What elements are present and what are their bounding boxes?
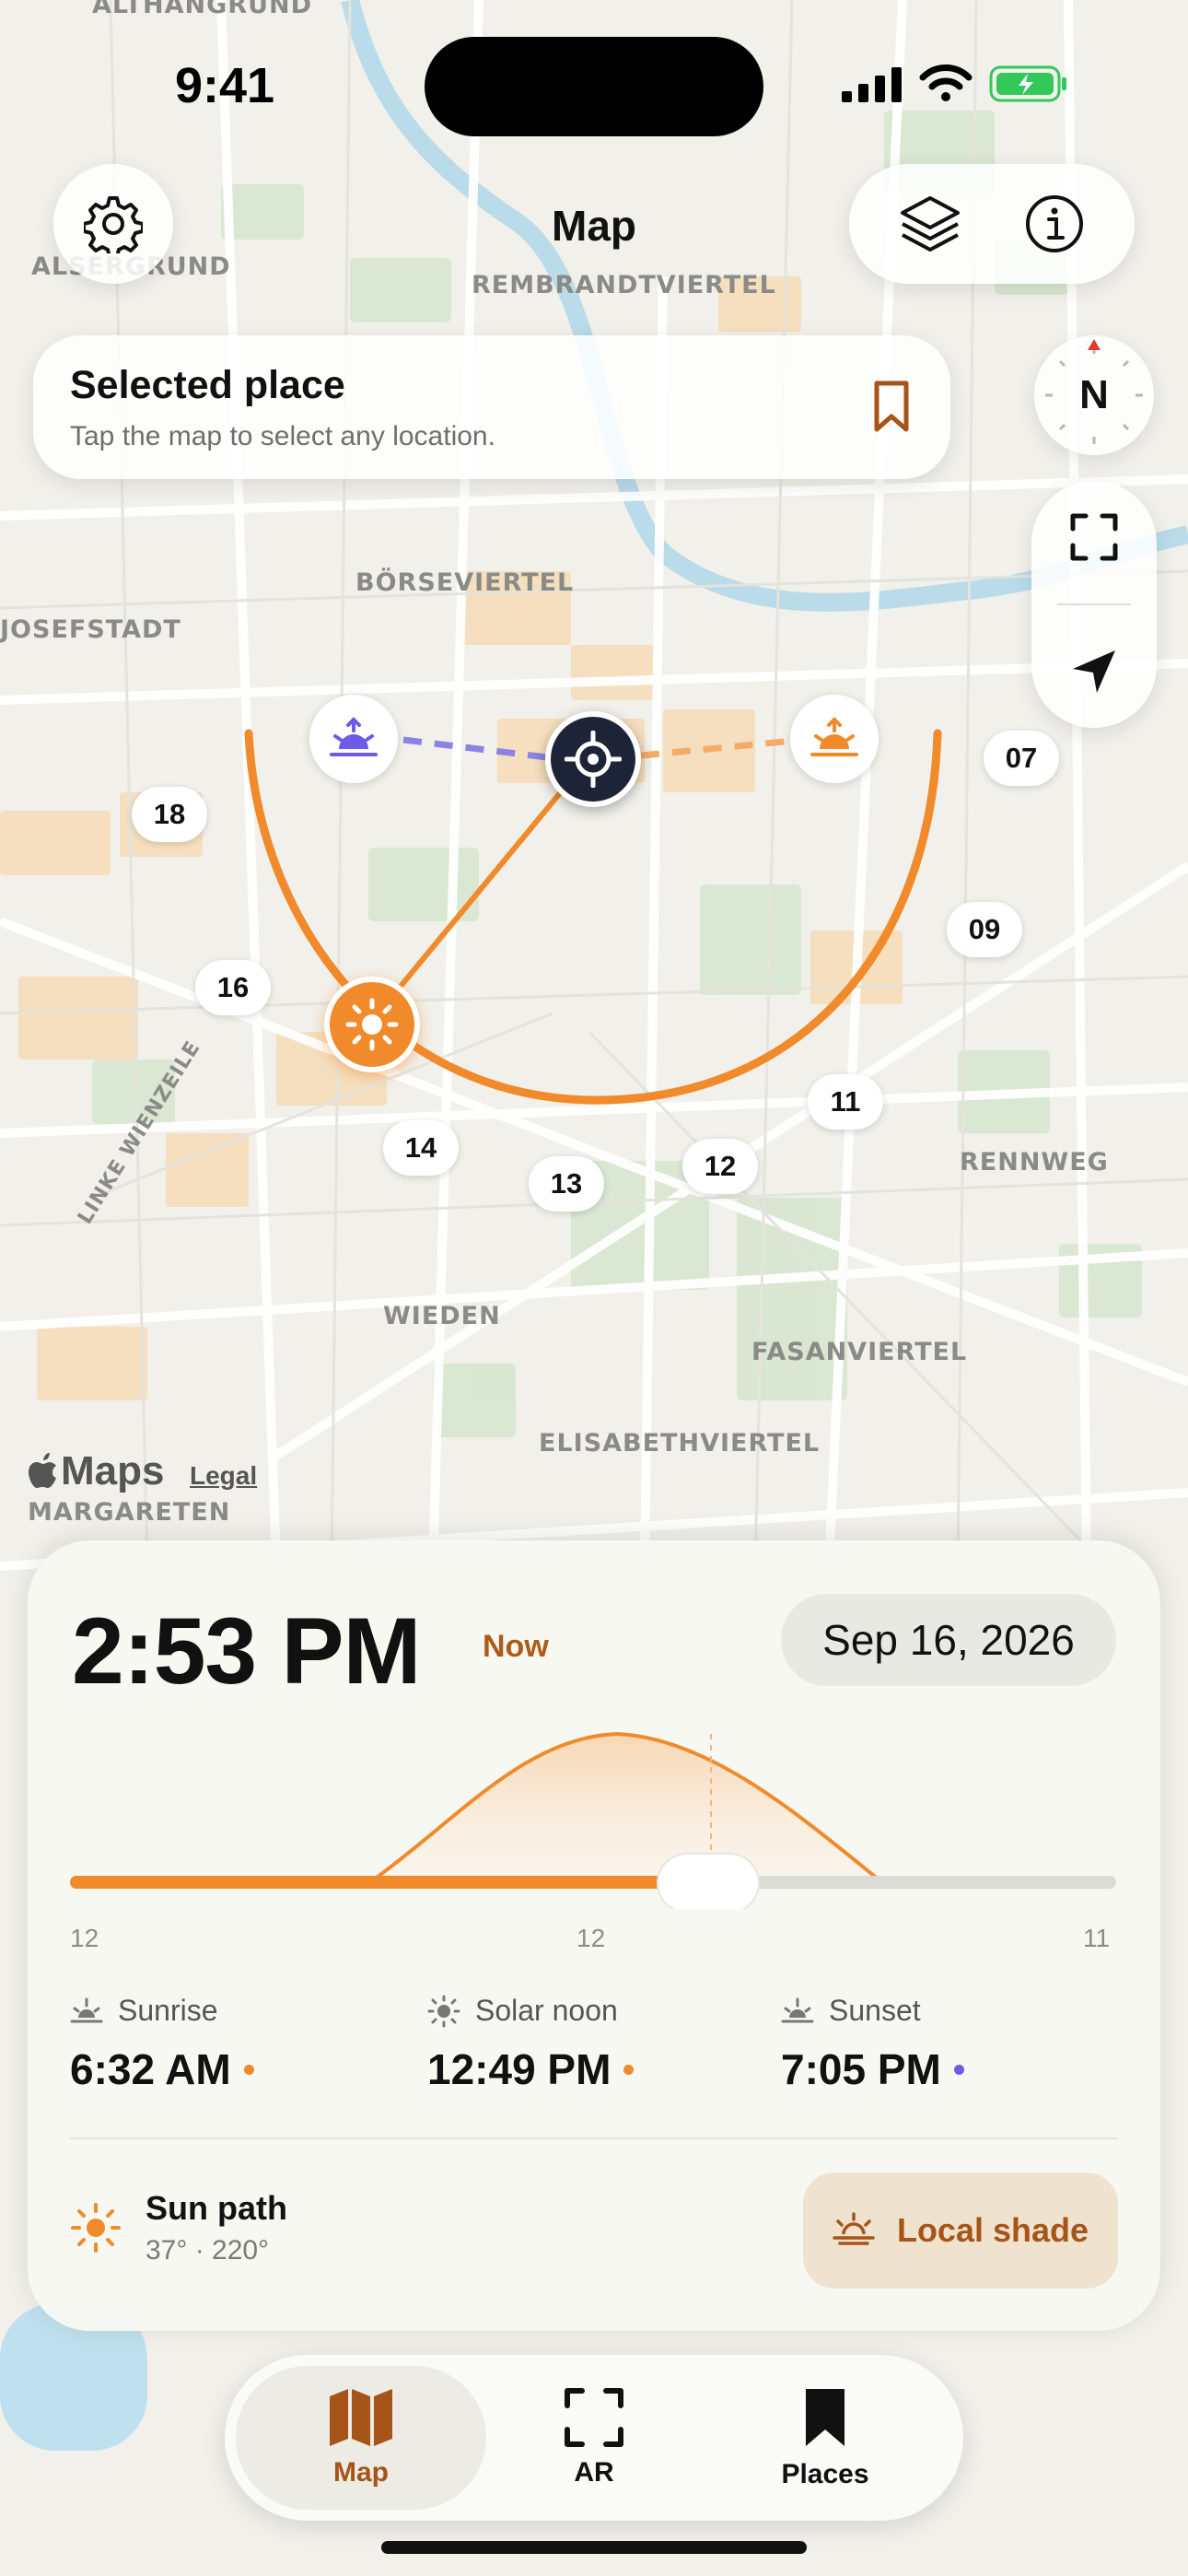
hour-marker-18[interactable]: 18 [132,787,207,842]
hour-marker-11[interactable]: 11 [808,1074,883,1130]
status-icons [842,64,1068,103]
selected-place-title: Selected place [70,363,345,407]
apple-logo-icon [29,1453,56,1488]
control-divider [1057,603,1131,605]
bookmark-icon [806,2389,844,2446]
dynamic-island [425,37,763,136]
sun-info-sheet: 2:53 PM Now Sep 16, 2026 12 12 11 Sunris… [28,1540,1160,2331]
sun-path-detail: 37° · 220° [146,2235,270,2266]
header-actions [849,164,1135,284]
compass-ring-icon [1045,339,1143,444]
tab-bar: Map AR Places [225,2355,963,2521]
sunset-dot [953,2064,964,2075]
tab-map-label: Map [333,2457,389,2488]
info-icon [1025,195,1083,252]
local-shade-button[interactable]: Local shade [803,2172,1118,2289]
map-label-althangrund: ALTHANGRUND [92,0,313,19]
info-button[interactable] [1008,178,1101,270]
sunset-small-icon [781,1997,814,2022]
hour-marker-07[interactable]: 07 [984,731,1059,786]
sunrise-icon [330,717,378,756]
sunset-marker[interactable] [790,695,879,783]
map-label-rennweg: RENNWEG [960,1148,1109,1177]
sunrise-value: 6:32 AM [70,2045,231,2093]
compass-button[interactable]: N [1034,335,1154,455]
map-label-wieden: WIEDEN [383,1302,501,1330]
now-button[interactable]: Now [483,1629,549,1665]
timeline-tick-mid: 12 [577,1924,606,1952]
selected-place-subtitle: Tap the map to select any location. [70,421,495,451]
wifi-icon [919,64,973,101]
maps-attribution: Maps [28,1448,164,1494]
locate-me-button[interactable] [1048,626,1140,718]
sun-path-info: Sun path 37° · 220° [70,2189,287,2266]
bookmark-icon [874,381,909,432]
timeline-tick-end: 11 [1083,1924,1111,1952]
map-label-elisabethviertel: ELISABETHVIERTEL [539,1429,821,1458]
crosshair-icon [565,731,622,788]
battery-icon [989,65,1066,102]
date-picker-button[interactable]: Sep 16, 2026 [781,1594,1116,1686]
sun-icon [345,998,399,1051]
local-shade-label: Local shade [896,2211,1089,2249]
shade-icon [833,2212,875,2245]
daylight-curve-fill [374,1734,879,1879]
sunset-value: 7:05 PM [781,2045,941,2093]
sheet-divider [70,2137,1118,2139]
sun-small-icon [427,1995,460,2027]
solar-noon-value: 12:49 PM [427,2045,611,2093]
expand-icon [1070,513,1118,561]
location-arrow-icon [1073,650,1115,693]
tab-ar[interactable]: AR [494,2366,694,2510]
maps-attribution-text: Maps [61,1448,165,1493]
legal-link[interactable]: Legal [190,1461,257,1491]
current-time: 2:53 PM [72,1598,421,1704]
map-label-margareten: MARGARETEN [28,1498,231,1527]
slider-thumb[interactable] [657,1853,760,1909]
selected-location-pin[interactable] [545,711,641,807]
map-label-fasanviertel: FASANVIERTEL [751,1338,968,1366]
map-icon [330,2389,392,2446]
hour-marker-16[interactable]: 16 [195,960,271,1015]
hour-marker-13[interactable]: 13 [529,1156,604,1212]
tab-ar-label: AR [574,2457,614,2488]
sunrise-marker[interactable] [309,695,398,783]
hour-marker-09[interactable]: 09 [947,902,1022,957]
status-time: 9:41 [175,58,275,113]
layers-button[interactable] [884,178,976,270]
selected-place-card[interactable]: Selected place Tap the map to select any… [33,335,950,479]
hour-marker-12[interactable]: 12 [682,1139,758,1194]
hour-marker-14[interactable]: 14 [383,1120,459,1176]
tab-places[interactable]: Places [698,2366,952,2510]
solar-noon-stat: Solar noon 12:49 PM [427,1994,635,2094]
time-slider[interactable] [28,1715,1160,1909]
sunset-label: Sunset [829,1994,921,2027]
solar-noon-label: Solar noon [475,1994,618,2027]
home-indicator [381,2541,807,2554]
layers-icon [900,196,960,252]
solar-noon-dot [623,2064,635,2075]
sunrise-dot [243,2064,254,2075]
bookmark-button[interactable] [873,380,910,438]
sunrise-stat: Sunrise 6:32 AM [70,1994,254,2094]
timeline-tick-start: 12 [70,1924,99,1952]
fullscreen-button[interactable] [1048,491,1140,583]
sunset-icon [810,717,858,756]
ar-scan-icon [565,2388,623,2447]
tab-places-label: Places [781,2459,869,2489]
sunrise-small-icon [70,1997,103,2022]
sun-path-title: Sun path [146,2189,287,2227]
sun-path-icon [71,2203,121,2253]
map-controls [1031,481,1157,728]
sun-position-marker[interactable] [324,977,420,1072]
tab-map[interactable]: Map [236,2366,486,2510]
cellular-signal-icon [842,67,902,102]
slider-track-fill [70,1876,708,1889]
map-label-rembrandtviertel: REMBRANDTVIERTEL [472,271,776,299]
map-label-borseviertel: BÖRSEVIERTEL [355,568,575,597]
sunrise-label: Sunrise [118,1994,218,2027]
map-label-josefstadt: JOSEFSTADT [0,615,181,644]
sunset-stat: Sunset 7:05 PM [781,1994,964,2094]
